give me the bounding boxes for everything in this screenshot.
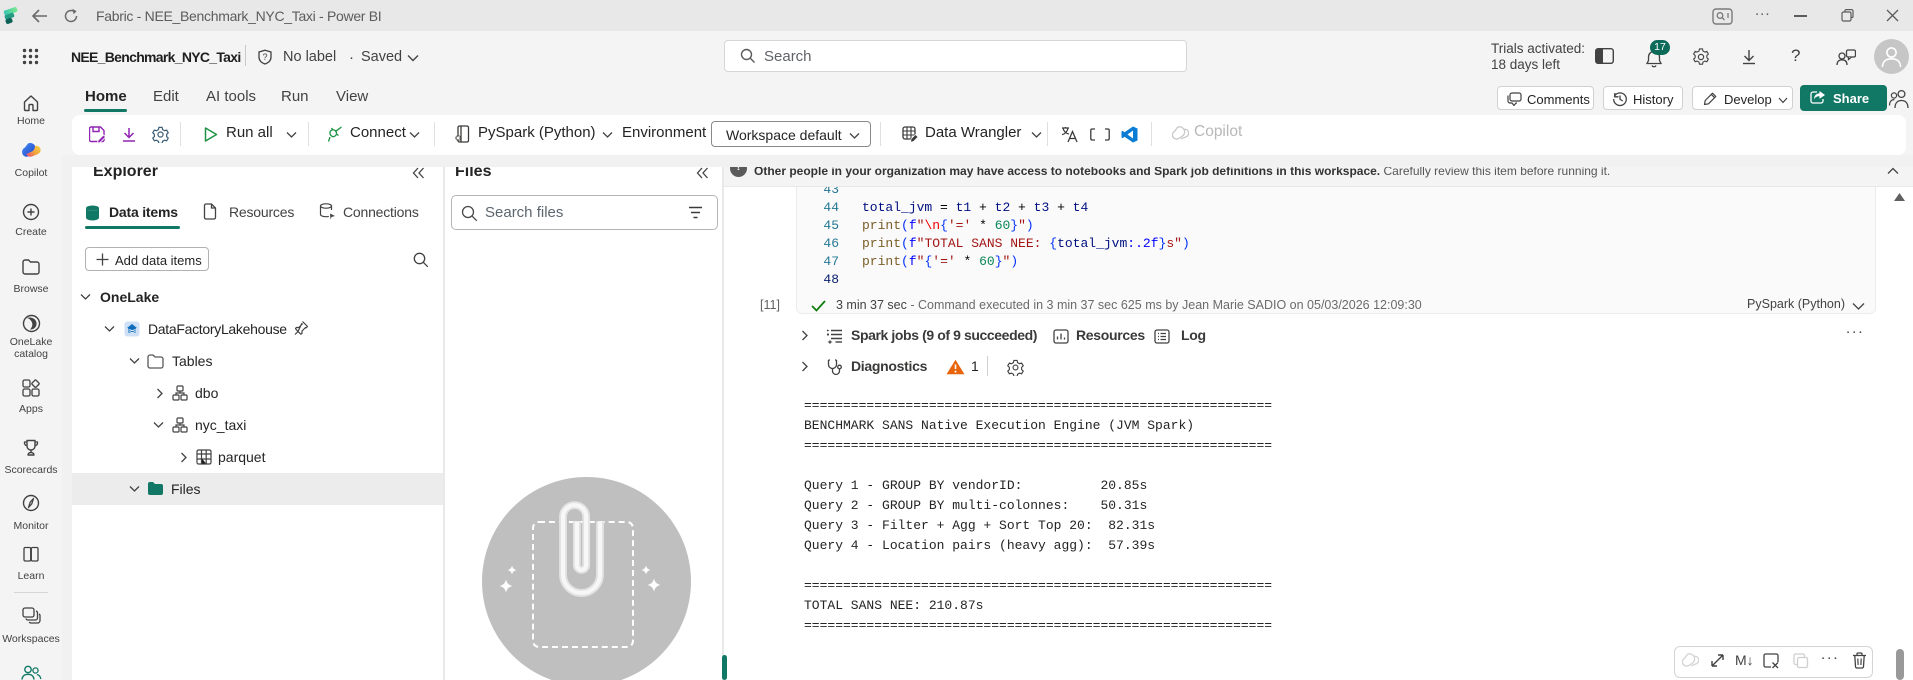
svg-text:?: ?	[262, 52, 267, 62]
